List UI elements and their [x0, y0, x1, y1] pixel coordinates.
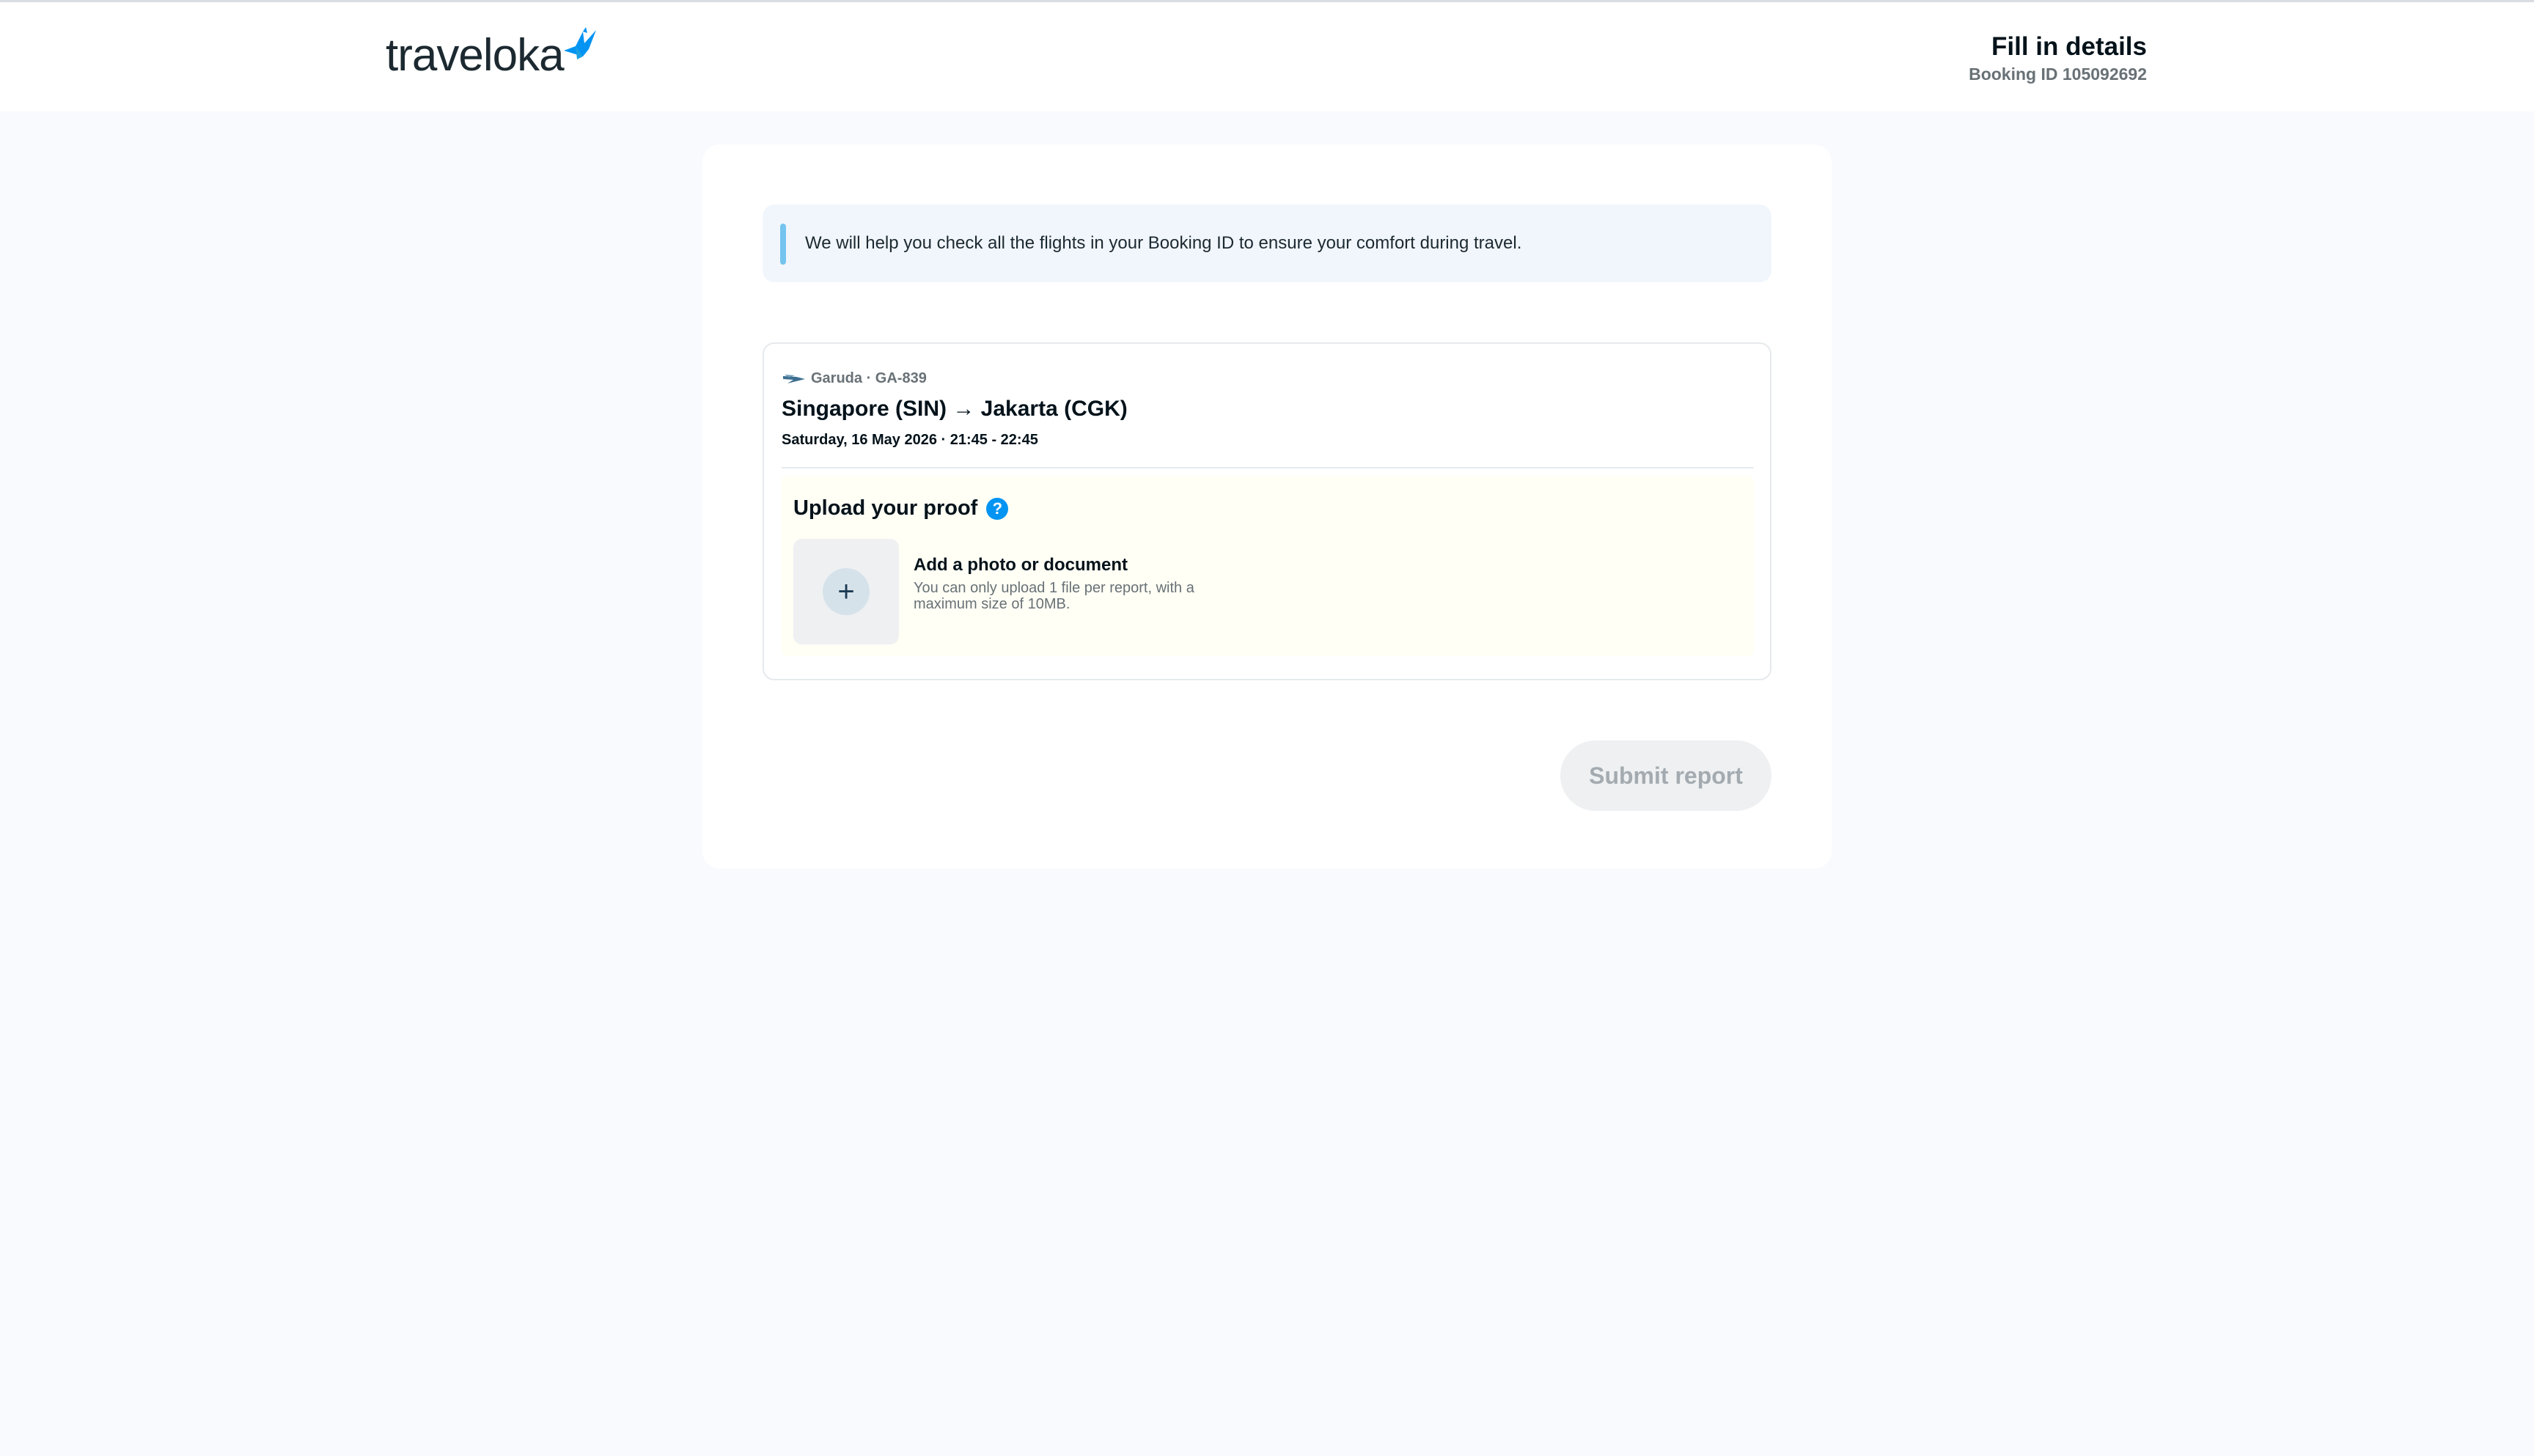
divider — [782, 467, 1754, 468]
flight-datetime: Saturday, 16 May 2026 · 21:45 - 22:45 — [782, 432, 1038, 448]
info-accent-bar — [780, 224, 786, 265]
add-file-label: Add a photo or document — [914, 555, 1128, 575]
upload-title: Upload your proof — [793, 496, 978, 520]
flight-card: Garuda · GA-839 Singapore (SIN) → Jakart… — [763, 342, 1771, 680]
bird-logo-icon — [563, 27, 596, 59]
airline-row: Garuda · GA-839 — [782, 370, 927, 387]
header-info: Fill in details Booking ID 105092692 — [1969, 32, 2147, 86]
info-banner: We will help you check all the flights i… — [763, 205, 1771, 282]
info-banner-text: We will help you check all the flights i… — [805, 233, 1522, 253]
report-panel: We will help you check all the flights i… — [702, 144, 1832, 869]
upload-description: You can only upload 1 file per report, w… — [914, 580, 1194, 612]
add-file-button[interactable]: + — [793, 539, 899, 644]
plus-icon: + — [823, 568, 870, 615]
question-icon[interactable]: ? — [986, 497, 1009, 520]
page-title: Fill in details — [1991, 32, 2147, 61]
booking-id: Booking ID 105092692 — [1969, 65, 2147, 84]
garuda-logo-icon — [783, 374, 805, 383]
flight-route: Singapore (SIN) → Jakarta (CGK) — [782, 397, 1128, 421]
upload-title-row: Upload your proof ? — [793, 496, 1009, 521]
logo-text: traveloka — [386, 30, 565, 81]
upload-proof-section: Upload your proof ? + Add a photo or doc… — [782, 476, 1754, 656]
page-header: traveloka Fill in details Booking ID 105… — [0, 2, 2534, 111]
submit-report-button[interactable]: Submit report — [1560, 740, 1771, 811]
airline-flight-number: Garuda · GA-839 — [811, 370, 927, 386]
traveloka-logo[interactable]: traveloka — [386, 23, 598, 78]
